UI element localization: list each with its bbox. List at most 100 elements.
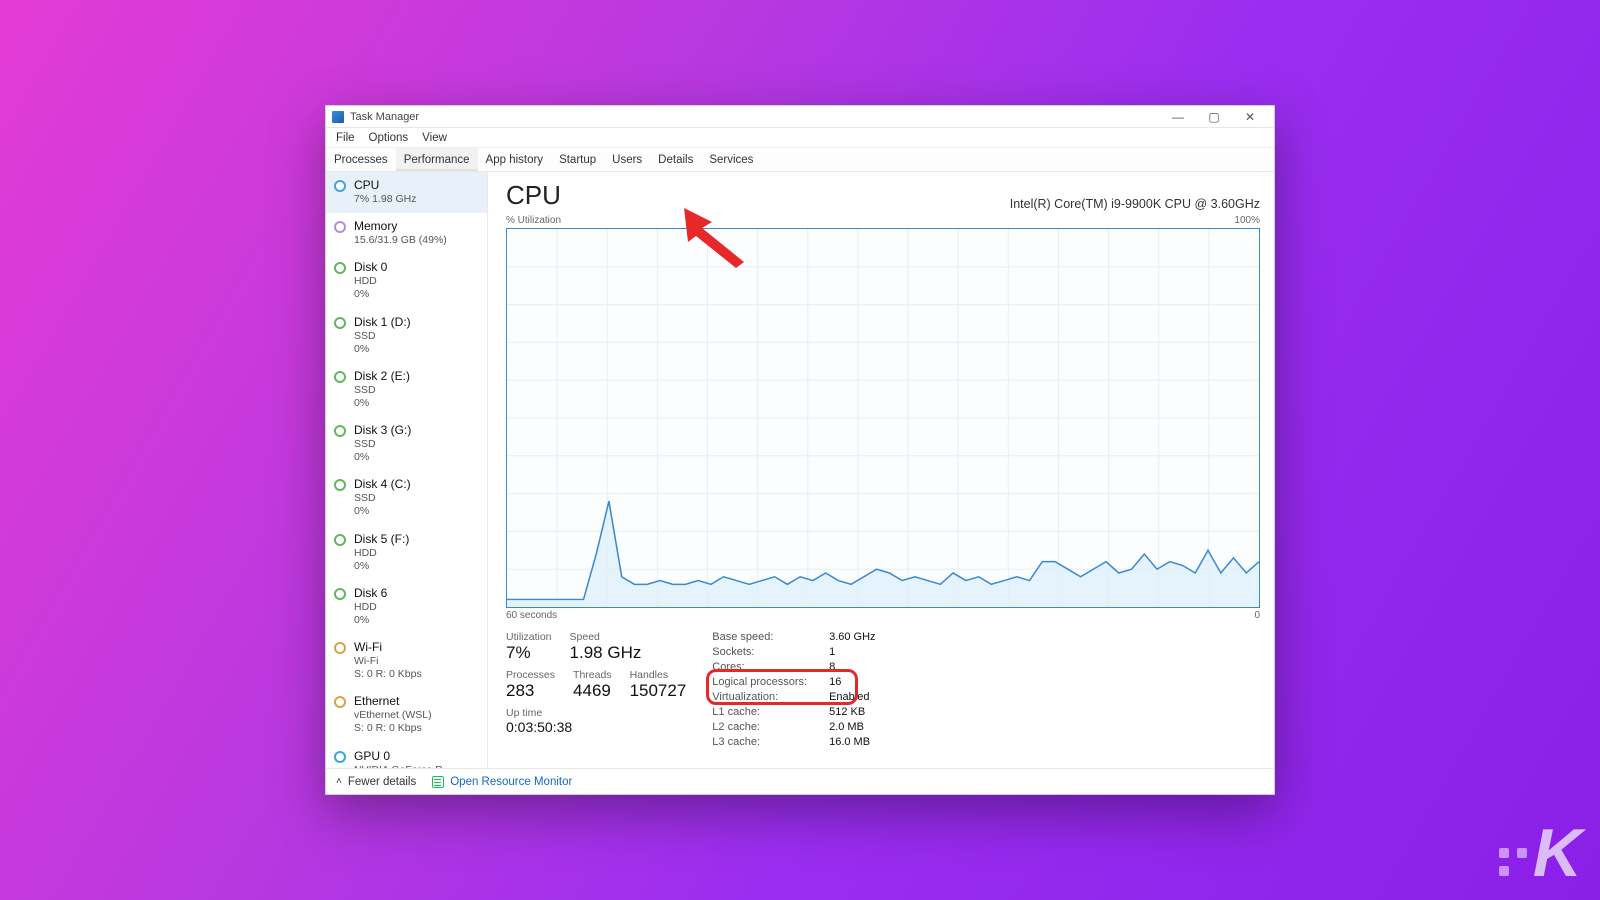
sidebar-item-sub: SSD0% [354,492,479,518]
spec-value: Enabled [829,691,875,703]
spec-value: 2.0 MB [829,721,875,733]
activity-ring-icon [334,180,346,192]
spec-key: Virtualization: [712,691,807,703]
chart-xlabel-left: 60 seconds [506,610,557,621]
sidebar-item-title: Ethernet [354,694,479,708]
sidebar-item-sub: HDD0% [354,275,479,301]
watermark: K [1499,814,1580,892]
sidebar-item-disk-2-e-[interactable]: Disk 2 (E:)SSD0% [326,363,487,417]
activity-ring-icon [334,642,346,654]
window-title: Task Manager [350,111,1160,123]
sidebar-item-title: Disk 6 [354,586,479,600]
minimize-button[interactable]: — [1160,106,1196,128]
activity-ring-icon [334,751,346,763]
cpu-spec-table: Base speed: 3.60 GHz Sockets: 1 Cores: 8 Logic… [712,631,875,748]
sidebar-item-sub: SSD0% [354,384,479,410]
spec-value: 3.60 GHz [829,631,875,643]
tab-processes[interactable]: Processes [326,148,396,171]
sidebar-item-sub: SSD0% [354,330,479,356]
sidebar-item-title: Disk 4 (C:) [354,477,479,491]
perf-main: CPU Intel(R) Core(TM) i9-9900K CPU @ 3.6… [488,172,1274,768]
sidebar-item-sub: 15.6/31.9 GB (49%) [354,234,479,247]
open-resource-monitor-link[interactable]: Open Resource Monitor [432,776,572,788]
tab-details[interactable]: Details [650,148,701,171]
close-button[interactable]: ✕ [1232,106,1268,128]
sidebar-item-gpu-0[interactable]: GPU 0NVIDIA GeForce R... [326,743,487,769]
sidebar-item-sub: SSD0% [354,438,479,464]
app-icon [332,111,344,123]
activity-ring-icon [334,534,346,546]
activity-ring-icon [334,371,346,383]
fewer-details-button[interactable]: ˄ Fewer details [336,776,416,788]
sidebar-item-sub: HDD0% [354,547,479,573]
activity-ring-icon [334,696,346,708]
sidebar-item-disk-4-c-[interactable]: Disk 4 (C:)SSD0% [326,471,487,525]
stat-uptime: Up time 0:03:50:38 [506,707,686,735]
cpu-stats: Utilization 7% Speed 1.98 GHz Processes … [506,631,1260,748]
sidebar-item-title: Disk 5 (F:) [354,532,479,546]
monitor-icon [432,776,444,788]
spec-key: L3 cache: [712,736,807,748]
activity-ring-icon [334,262,346,274]
tab-services[interactable]: Services [701,148,761,171]
tabs-bar: Processes Performance App history Startu… [326,148,1274,172]
menu-view[interactable]: View [416,130,453,146]
stat-processes: Processes 283 [506,669,555,701]
sidebar-item-disk-1-d-[interactable]: Disk 1 (D:)SSD0% [326,309,487,363]
stat-speed: Speed 1.98 GHz [570,631,642,663]
sidebar-item-title: Disk 0 [354,260,479,274]
sidebar-item-sub: 7% 1.98 GHz [354,193,479,206]
sidebar-item-disk-5-f-[interactable]: Disk 5 (F:)HDD0% [326,526,487,580]
sidebar-item-sub: NVIDIA GeForce R... [354,764,479,769]
stat-utilization: Utilization 7% [506,631,552,663]
task-manager-window: Task Manager — ▢ ✕ File Options View Pro… [325,105,1275,795]
stat-handles: Handles 150727 [630,669,687,701]
sidebar-item-ethernet[interactable]: EthernetvEthernet (WSL)S: 0 R: 0 Kbps [326,688,487,742]
maximize-button[interactable]: ▢ [1196,106,1232,128]
spec-value: 8 [829,661,875,673]
main-heading: CPU [506,180,561,211]
tab-startup[interactable]: Startup [551,148,604,171]
spec-key: Cores: [712,661,807,673]
sidebar-item-memory[interactable]: Memory15.6/31.9 GB (49%) [326,213,487,254]
spec-key: L2 cache: [712,721,807,733]
chart-ymax: 100% [1234,215,1260,226]
sidebar-item-title: Disk 2 (E:) [354,369,479,383]
footer: ˄ Fewer details Open Resource Monitor [326,768,1274,794]
sidebar-item-disk-0[interactable]: Disk 0HDD0% [326,254,487,308]
cpu-utilization-chart [506,228,1260,608]
sidebar-item-title: CPU [354,178,479,192]
activity-ring-icon [334,588,346,600]
activity-ring-icon [334,479,346,491]
menu-file[interactable]: File [330,130,361,146]
sidebar-item-sub: Wi-FiS: 0 R: 0 Kbps [354,655,479,681]
spec-key: Logical processors: [712,676,807,688]
spec-key: Sockets: [712,646,807,658]
sidebar-item-title: Memory [354,219,479,233]
cpu-model: Intel(R) Core(TM) i9-9900K CPU @ 3.60GHz [1010,197,1260,211]
perf-sidebar: CPU7% 1.98 GHzMemory15.6/31.9 GB (49%)Di… [326,172,488,768]
sidebar-item-disk-6[interactable]: Disk 6HDD0% [326,580,487,634]
chart-ylabel: % Utilization [506,215,561,226]
titlebar: Task Manager — ▢ ✕ [326,106,1274,128]
stat-threads: Threads 4469 [573,669,612,701]
chevron-up-icon: ˄ [336,776,342,787]
sidebar-item-sub: HDD0% [354,601,479,627]
tab-users[interactable]: Users [604,148,650,171]
sidebar-item-disk-3-g-[interactable]: Disk 3 (G:)SSD0% [326,417,487,471]
activity-ring-icon [334,221,346,233]
sidebar-item-wi-fi[interactable]: Wi-FiWi-FiS: 0 R: 0 Kbps [326,634,487,688]
menubar: File Options View [326,128,1274,148]
sidebar-item-title: GPU 0 [354,749,479,763]
tab-app-history[interactable]: App history [478,148,552,171]
sidebar-item-sub: vEthernet (WSL)S: 0 R: 0 Kbps [354,709,479,735]
menu-options[interactable]: Options [363,130,415,146]
tab-performance[interactable]: Performance [396,148,478,171]
spec-value: 16 [829,676,875,688]
sidebar-item-title: Wi-Fi [354,640,479,654]
activity-ring-icon [334,425,346,437]
spec-value: 1 [829,646,875,658]
sidebar-item-cpu[interactable]: CPU7% 1.98 GHz [326,172,487,213]
spec-key: Base speed: [712,631,807,643]
sidebar-item-title: Disk 3 (G:) [354,423,479,437]
